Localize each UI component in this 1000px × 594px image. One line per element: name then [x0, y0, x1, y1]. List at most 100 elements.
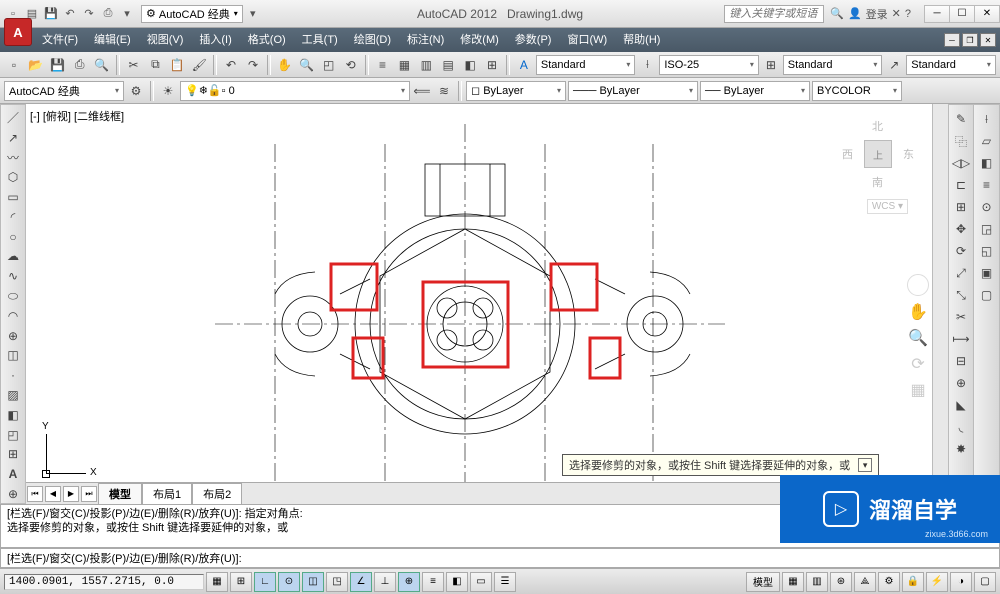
join-icon[interactable]: ⊕ — [951, 373, 971, 393]
search-input[interactable] — [724, 5, 824, 23]
annoscale-icon[interactable]: ⟁ — [854, 572, 876, 592]
polar-toggle[interactable]: ⊙ — [278, 572, 300, 592]
annomonitor-icon[interactable]: ⊛ — [830, 572, 852, 592]
preview-icon[interactable]: 🔍 — [92, 55, 112, 75]
zoom-icon[interactable]: 🔍 — [297, 55, 317, 75]
user-icon[interactable]: 👤 — [848, 7, 862, 20]
vertical-scrollbar[interactable] — [932, 104, 948, 482]
mleader-icon[interactable]: ↗ — [884, 55, 904, 75]
tab-model[interactable]: 模型 — [98, 483, 142, 505]
linetype-dropdown[interactable]: ─── ByLayer — [568, 81, 698, 101]
color-dropdown[interactable]: ◻ ByLayer — [466, 81, 566, 101]
block-icon[interactable]: ◫ — [3, 347, 23, 365]
menu-format[interactable]: 格式(O) — [240, 28, 294, 52]
layer-manager-icon[interactable]: ☀ — [158, 81, 178, 101]
above-icon[interactable]: ▣ — [977, 263, 997, 283]
plotstyle-dropdown[interactable]: BYCOLOR — [812, 81, 902, 101]
extend-icon[interactable]: ⟼ — [951, 329, 971, 349]
textstyle-icon[interactable]: A — [514, 55, 534, 75]
menu-window[interactable]: 窗口(W) — [559, 28, 615, 52]
wcs-label[interactable]: WCS ▾ — [867, 199, 908, 214]
viewcube-west[interactable]: 西 — [842, 146, 853, 162]
menu-dimension[interactable]: 标注(N) — [399, 28, 452, 52]
qp-toggle[interactable]: ▭ — [470, 572, 492, 592]
spline-icon[interactable]: ∿ — [3, 267, 23, 285]
quickview-layouts-icon[interactable]: ▦ — [782, 572, 804, 592]
trim-icon[interactable]: ✂ — [951, 307, 971, 327]
ellipsearc-icon[interactable]: ◠ — [3, 307, 23, 325]
chamfer-icon[interactable]: ◣ — [951, 395, 971, 415]
mdi-restore[interactable]: ❐ — [962, 33, 978, 47]
tab-next-icon[interactable]: ▶ — [63, 486, 79, 502]
tab-layout1[interactable]: 布局1 — [142, 483, 192, 505]
mdi-minimize[interactable]: ─ — [944, 33, 960, 47]
ducs-toggle[interactable]: ⊥ — [374, 572, 396, 592]
menu-file[interactable]: 文件(F) — [34, 28, 86, 52]
hardware-accel-icon[interactable]: ⚡ — [926, 572, 948, 592]
dim-style-dropdown[interactable]: ISO-25 — [659, 55, 759, 75]
more-icon[interactable]: ▾ — [118, 5, 136, 23]
menu-insert[interactable]: 插入(I) — [191, 28, 239, 52]
tpy-toggle[interactable]: ◧ — [446, 572, 468, 592]
tablestyle-icon[interactable]: ⊞ — [761, 55, 781, 75]
break-icon[interactable]: ⊟ — [951, 351, 971, 371]
hatch-icon[interactable]: ▨ — [3, 386, 23, 404]
revcloud-icon[interactable]: ☁ — [3, 248, 23, 266]
match-icon[interactable]: 🖌 — [189, 55, 209, 75]
menu-edit[interactable]: 编辑(E) — [86, 28, 139, 52]
region-icon[interactable]: ◰ — [3, 426, 23, 444]
menu-draw[interactable]: 绘图(D) — [346, 28, 399, 52]
xline-icon[interactable]: ↗ — [3, 129, 23, 147]
dimstyle-icon[interactable]: ⟊ — [637, 55, 657, 75]
showmotion-nav-icon[interactable]: ▦ — [910, 380, 925, 400]
mirror-icon[interactable]: ◁▷ — [951, 153, 971, 173]
front-icon[interactable]: ◲ — [977, 219, 997, 239]
mtext-icon[interactable]: A — [3, 465, 23, 483]
addselected-icon[interactable]: ⊕ — [3, 485, 23, 503]
full-nav-wheel-icon[interactable] — [907, 274, 929, 296]
redo-icon[interactable]: ↷ — [243, 55, 263, 75]
erase-icon[interactable]: ✎ — [951, 109, 971, 129]
quickview-dwg-icon[interactable]: ▥ — [806, 572, 828, 592]
circle-icon[interactable]: ○ — [3, 228, 23, 246]
rotate-icon[interactable]: ⟳ — [951, 241, 971, 261]
search-icon[interactable]: 🔍 — [830, 7, 844, 20]
plot-icon[interactable]: ⎙ — [70, 55, 90, 75]
arc-icon[interactable]: ◜ — [3, 208, 23, 226]
viewcube-top[interactable]: 上 — [864, 140, 892, 168]
lock-icon[interactable]: 🔒 — [902, 572, 924, 592]
cut-icon[interactable]: ✂ — [124, 55, 144, 75]
area-icon[interactable]: ▱ — [977, 131, 997, 151]
ellipse-icon[interactable]: ⬭ — [3, 287, 23, 305]
command-line[interactable]: [栏选(F)/窗交(C)/投影(P)/边(E)/删除(R)/放弃(U)]: — [0, 548, 1000, 568]
snap-toggle[interactable]: ▦ — [206, 572, 228, 592]
save-file-icon[interactable]: 💾 — [48, 55, 68, 75]
menu-tools[interactable]: 工具(T) — [294, 28, 346, 52]
coordinates-display[interactable]: 1400.0901, 1557.2715, 0.0 — [4, 574, 204, 590]
id-icon[interactable]: ⊙ — [977, 197, 997, 217]
pan-icon[interactable]: ✋ — [275, 55, 295, 75]
ortho-toggle[interactable]: ∟ — [254, 572, 276, 592]
sheet-icon[interactable]: ▤ — [438, 55, 458, 75]
lwt-toggle[interactable]: ≡ — [422, 572, 444, 592]
tool-palette-icon[interactable]: ▥ — [416, 55, 436, 75]
insert-icon[interactable]: ⊕ — [3, 327, 23, 345]
minimize-button[interactable]: ─ — [924, 5, 950, 23]
layer-prev-icon[interactable]: ⟸ — [412, 81, 432, 101]
sc-toggle[interactable]: ☰ — [494, 572, 516, 592]
gradient-icon[interactable]: ◧ — [3, 406, 23, 424]
save-icon[interactable]: 💾 — [42, 5, 60, 23]
undo-icon[interactable]: ↶ — [221, 55, 241, 75]
dist-icon[interactable]: ⟊ — [977, 109, 997, 129]
zoom-prev-icon[interactable]: ⟲ — [341, 55, 361, 75]
model-space-button[interactable]: 模型 — [746, 572, 780, 592]
rect-icon[interactable]: ▭ — [3, 188, 23, 206]
login-link[interactable]: 登录 — [866, 6, 888, 22]
layer-state-icon[interactable]: ≋ — [434, 81, 454, 101]
help-icon[interactable]: ? — [905, 8, 911, 20]
otrack-toggle[interactable]: ∠ — [350, 572, 372, 592]
move-icon[interactable]: ✥ — [951, 219, 971, 239]
menu-param[interactable]: 参数(P) — [507, 28, 560, 52]
fillet-icon[interactable]: ◟ — [951, 417, 971, 437]
undo-icon[interactable]: ↶ — [61, 5, 79, 23]
